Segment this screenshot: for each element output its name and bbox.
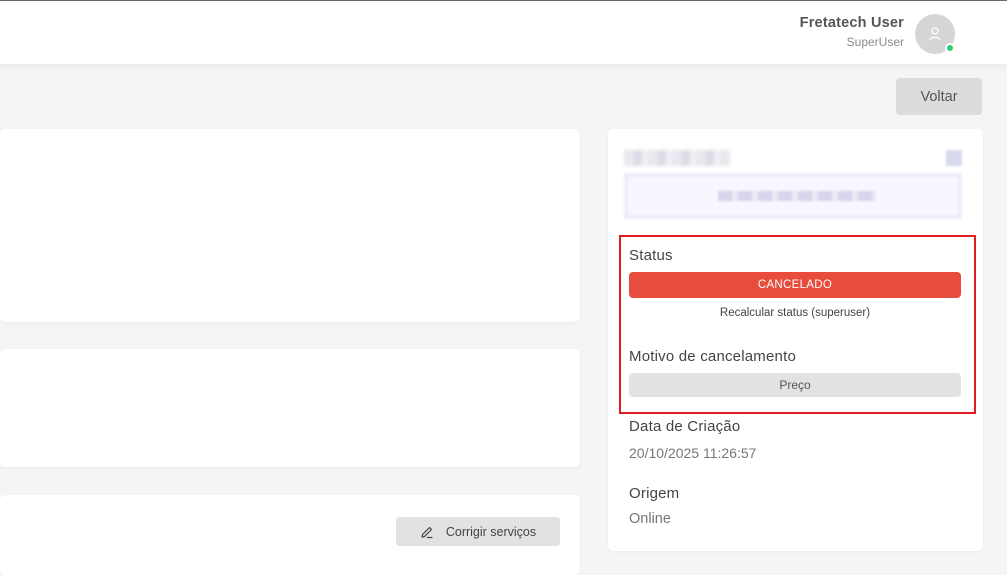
redacted-icon <box>946 150 962 166</box>
redacted-title <box>624 150 730 166</box>
user-icon <box>929 27 941 41</box>
origin-value: Online <box>629 511 671 527</box>
back-button[interactable]: Voltar <box>896 78 982 115</box>
cancel-reason-label: Motivo de cancelamento <box>629 348 796 365</box>
details-card <box>0 129 580 322</box>
redacted-text <box>718 191 876 201</box>
top-bar: Fretatech User SuperUser <box>0 0 1007 64</box>
fix-services-label: Corrigir serviços <box>445 524 537 539</box>
avatar[interactable] <box>915 14 955 54</box>
user-info[interactable]: Fretatech User SuperUser <box>800 15 904 49</box>
origin-label: Origem <box>629 485 680 502</box>
edit-icon <box>421 526 433 538</box>
info-card <box>0 349 580 467</box>
recalculate-status-link[interactable]: Recalcular status (superuser) <box>629 307 961 319</box>
created-date-value: 20/10/2025 11:26:57 <box>629 445 757 461</box>
created-date-label: Data de Criação <box>629 418 741 435</box>
status-label: Status <box>629 247 673 264</box>
order-summary-panel: Status CANCELADO Recalcular status (supe… <box>608 129 983 551</box>
status-badge: CANCELADO <box>629 272 961 298</box>
redacted-field <box>624 173 962 219</box>
user-name: Fretatech User <box>799 15 904 31</box>
user-role: SuperUser <box>846 35 904 49</box>
fix-services-button[interactable]: Corrigir serviços <box>396 517 560 546</box>
services-card: Corrigir serviços <box>0 495 580 575</box>
online-status-dot <box>945 43 955 53</box>
cancel-reason-badge: Preço <box>629 373 961 397</box>
